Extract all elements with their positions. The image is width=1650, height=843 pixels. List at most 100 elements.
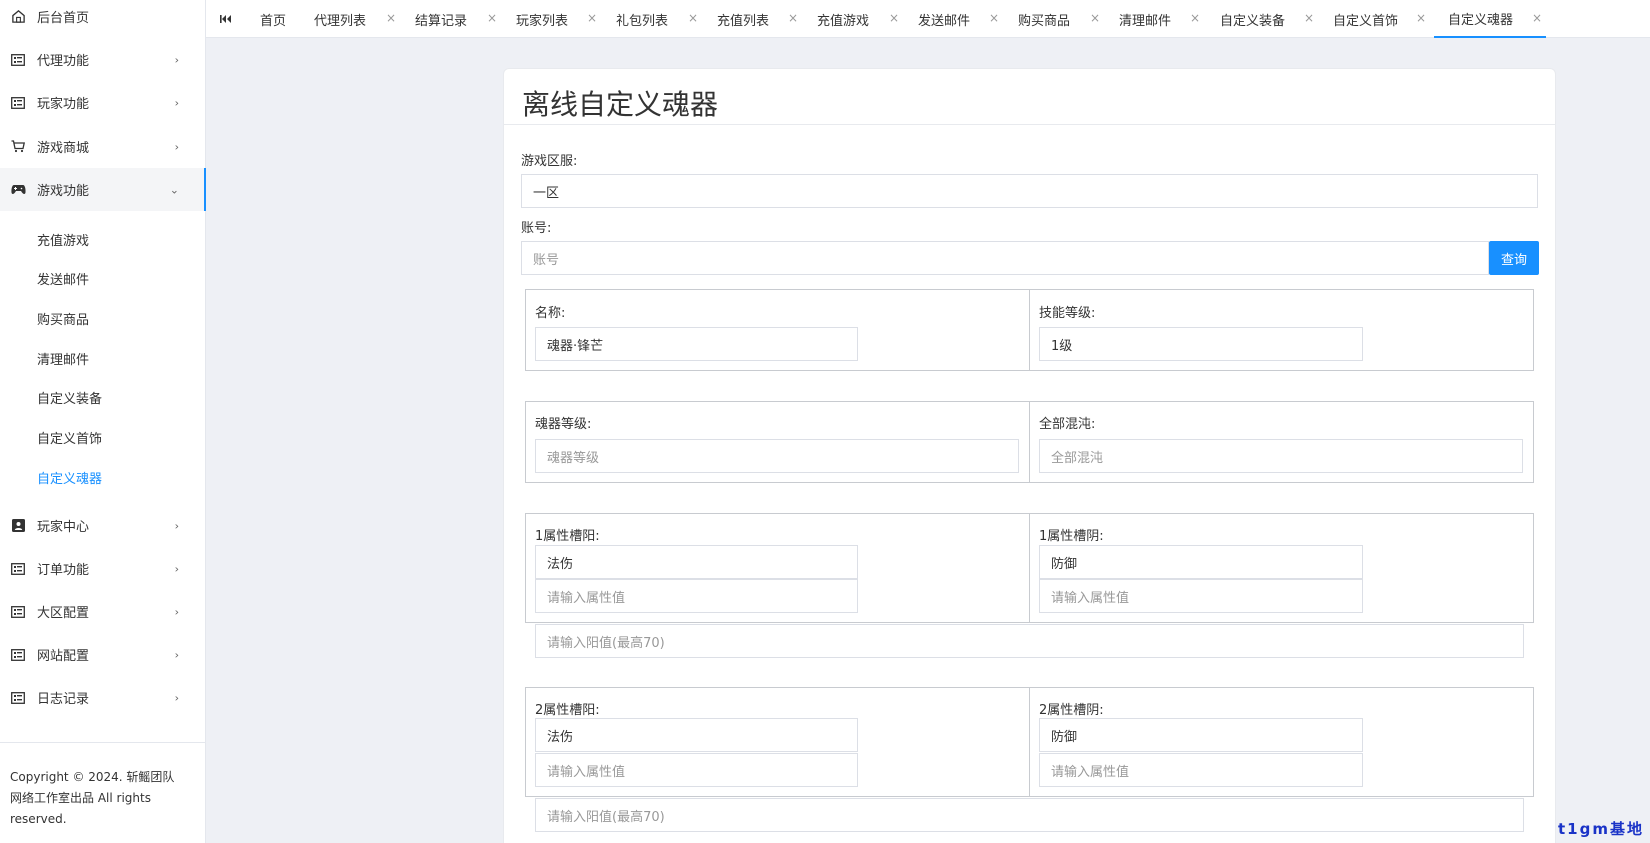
sidebar-sub-send-mail[interactable]: 发送邮件: [37, 269, 89, 288]
chevron-right-icon: ›: [174, 519, 179, 532]
sidebar-item-log[interactable]: 日志记录 ›: [0, 676, 205, 719]
sidebar-item-shop[interactable]: 游戏商城 ›: [0, 125, 205, 168]
tab-recharge-game[interactable]: 充值游戏 ×: [817, 0, 899, 38]
sidebar-item-label: 大区配置: [37, 606, 90, 621]
group-divider: [1029, 514, 1030, 622]
tab-label: 代理列表: [314, 13, 367, 29]
sidebar-item-player[interactable]: 玩家功能 ›: [0, 81, 205, 124]
sidebar-item-agent[interactable]: 代理功能 ›: [0, 38, 205, 81]
close-icon[interactable]: ×: [1532, 11, 1542, 25]
chevron-right-icon: ›: [174, 140, 179, 153]
tab-gift-list[interactable]: 礼包列表 ×: [616, 0, 698, 38]
level-chaos-group: 魂器等级: 魂器等级 全部混沌: 全部混沌: [525, 401, 1534, 483]
name-label: 名称:: [535, 306, 566, 321]
attr1-yang-select[interactable]: 法伤: [535, 545, 858, 579]
group-divider: [1029, 688, 1030, 796]
attr1-yang-max-input[interactable]: 请输入阳值(最高70): [535, 624, 1524, 658]
tab-label: 发送邮件: [918, 13, 971, 29]
chevron-right-icon: ›: [174, 96, 179, 109]
tab-send-mail[interactable]: 发送邮件 ×: [918, 0, 999, 38]
tab-settlement[interactable]: 结算记录 ×: [415, 0, 497, 38]
close-icon[interactable]: ×: [1190, 11, 1200, 25]
sidebar-item-game[interactable]: 游戏功能 ⌄: [0, 168, 206, 211]
first-page-icon[interactable]: [220, 0, 232, 38]
sidebar-item-region[interactable]: 大区配置 ›: [0, 590, 205, 633]
sidebar-item-home[interactable]: 后台首页: [0, 0, 205, 38]
all-chaos-label: 全部混沌:: [1039, 417, 1096, 432]
sidebar-item-label: 日志记录: [37, 692, 90, 707]
cart-icon: [10, 139, 26, 155]
sidebar-item-player-center[interactable]: 玩家中心 ›: [0, 504, 205, 547]
tab-label: 自定义首饰: [1333, 13, 1399, 29]
tab-custom-equip[interactable]: 自定义装备 ×: [1220, 0, 1314, 38]
sidebar-sub-custom-equip[interactable]: 自定义装备: [37, 388, 102, 407]
sidebar: 后台首页 代理功能 › 玩家功能 › 游戏商城 › 游戏功能 ⌄ 充值游戏 发送…: [0, 0, 206, 843]
watermark-text: t1gm基地: [1558, 820, 1644, 838]
attr1-yin-label: 1属性槽阴:: [1039, 529, 1104, 544]
tab-player-list[interactable]: 玩家列表 ×: [516, 0, 597, 38]
close-icon[interactable]: ×: [989, 11, 999, 25]
attr2-yin-select[interactable]: 防御: [1039, 718, 1363, 752]
sidebar-sub-custom-soul[interactable]: 自定义魂器: [37, 468, 102, 487]
sidebar-sub-clear-mail[interactable]: 清理邮件: [37, 349, 89, 368]
all-chaos-input[interactable]: 全部混沌: [1039, 439, 1523, 473]
attr2-yang-max-input[interactable]: 请输入阳值(最高70): [535, 798, 1524, 832]
tab-buy-goods[interactable]: 购买商品 ×: [1018, 0, 1100, 38]
sidebar-sub-recharge-game[interactable]: 充值游戏: [37, 230, 89, 249]
sidebar-item-label: 玩家中心: [37, 520, 90, 535]
tab-clear-mail[interactable]: 清理邮件 ×: [1119, 0, 1200, 38]
query-button[interactable]: 查询: [1489, 241, 1539, 275]
close-icon[interactable]: ×: [889, 11, 899, 25]
sidebar-item-order[interactable]: 订单功能 ›: [0, 547, 205, 590]
account-input[interactable]: 账号: [521, 241, 1489, 275]
list-card-icon: [10, 561, 26, 577]
tab-label: 首页: [260, 13, 287, 29]
tab-label: 清理邮件: [1119, 13, 1172, 29]
soul-level-input[interactable]: 魂器等级: [535, 439, 1019, 473]
sidebar-item-label: 游戏功能: [37, 184, 90, 199]
sidebar-item-label: 玩家功能: [37, 97, 90, 112]
close-icon[interactable]: ×: [587, 11, 597, 25]
list-card-icon: [10, 95, 26, 111]
tab-label: 礼包列表: [616, 13, 669, 29]
user-card-icon: [10, 518, 26, 534]
attr1-yin-value-input[interactable]: 请输入属性值: [1039, 579, 1363, 613]
tab-label: 自定义魂器: [1448, 12, 1514, 28]
close-icon[interactable]: ×: [386, 11, 396, 25]
attr2-yang-value-input[interactable]: 请输入属性值: [535, 753, 858, 787]
close-icon[interactable]: ×: [1304, 11, 1314, 25]
group-divider: [1029, 402, 1030, 482]
sidebar-sub-custom-jewelry[interactable]: 自定义首饰: [37, 428, 102, 447]
server-select[interactable]: 一区: [521, 174, 1538, 208]
sidebar-item-label: 后台首页: [37, 11, 90, 26]
card-header-divider: [504, 124, 1555, 125]
tab-recharge-list[interactable]: 充值列表 ×: [717, 0, 798, 38]
close-icon[interactable]: ×: [688, 11, 698, 25]
page-title: 离线自定义魂器: [522, 88, 719, 121]
sidebar-item-site[interactable]: 网站配置 ›: [0, 633, 205, 676]
attr1-yang-value-input[interactable]: 请输入属性值: [535, 579, 858, 613]
tab-custom-jewelry[interactable]: 自定义首饰 ×: [1333, 0, 1426, 38]
tab-custom-soul[interactable]: 自定义魂器 ×: [1434, 0, 1546, 38]
close-icon[interactable]: ×: [1090, 11, 1100, 25]
server-label: 游戏区服:: [521, 154, 578, 169]
close-icon[interactable]: ×: [487, 11, 497, 25]
copyright-text: Copyright © 2024. 斩鳐团队网络工作室出品 All rights…: [10, 770, 175, 826]
chevron-right-icon: ›: [174, 562, 179, 575]
sidebar-sub-buy-goods[interactable]: 购买商品: [37, 309, 89, 328]
home-icon: [10, 9, 26, 25]
close-icon[interactable]: ×: [1416, 11, 1426, 25]
close-icon[interactable]: ×: [788, 11, 798, 25]
skill-level-input[interactable]: 1级: [1039, 327, 1363, 361]
tab-agent-list[interactable]: 代理列表 ×: [314, 0, 396, 38]
skill-level-label: 技能等级:: [1039, 306, 1096, 321]
tab-label: 购买商品: [1018, 13, 1071, 29]
tab-home[interactable]: 首页: [260, 0, 286, 38]
form-card: 离线自定义魂器 游戏区服: 一区 账号: 账号 查询 名称: 魂器·锋芒 技能等…: [503, 68, 1556, 843]
attr1-yin-select[interactable]: 防御: [1039, 545, 1363, 579]
attr2-yin-value-input[interactable]: 请输入属性值: [1039, 753, 1363, 787]
tab-bar: 首页 代理列表 × 结算记录 × 玩家列表 × 礼包列表 × 充值列表 × 充值…: [206, 0, 1650, 38]
attr2-yang-select[interactable]: 法伤: [535, 718, 858, 752]
name-input[interactable]: 魂器·锋芒: [535, 327, 858, 361]
chevron-right-icon: ›: [174, 53, 179, 66]
